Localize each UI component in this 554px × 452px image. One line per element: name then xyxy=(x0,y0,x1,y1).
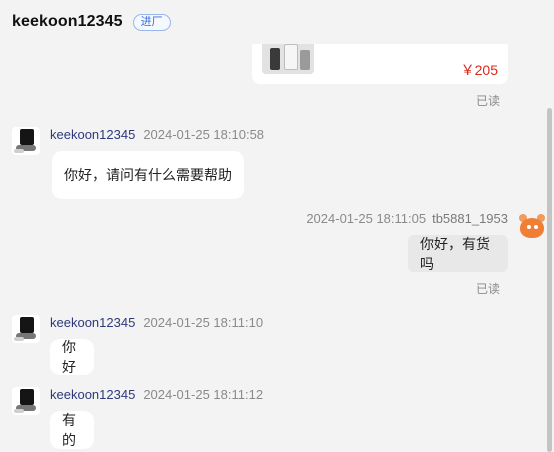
message-time: 2024-01-25 18:10:58 xyxy=(143,127,265,142)
message-meta: keekoon12345 2024-01-25 18:11:12 xyxy=(50,387,263,402)
chat-header: keekoon12345 进厂 xyxy=(0,0,554,44)
message-meta: 2024-01-25 18:11:05 tb5881_1953 xyxy=(306,211,508,226)
read-status: 已读 xyxy=(475,94,500,108)
message-bubble: 有的 xyxy=(50,411,94,449)
product-card[interactable]: ￥205 xyxy=(252,38,508,84)
sender-name: keekoon12345 xyxy=(50,387,136,402)
message-bubble: 你好，有货吗 xyxy=(408,235,508,272)
message-meta: keekoon12345 2024-01-25 18:10:58 xyxy=(50,127,264,142)
my-avatar[interactable] xyxy=(518,212,546,240)
contact-badge: 进厂 xyxy=(132,13,171,31)
message-text: 你好，有货吗 xyxy=(420,235,490,272)
sender-name: tb5881_1953 xyxy=(432,211,508,226)
avatar[interactable] xyxy=(12,315,40,343)
message-bubble: 你好 xyxy=(50,339,94,375)
product-price: ￥205 xyxy=(460,62,498,78)
message-meta: keekoon12345 2024-01-25 18:11:10 xyxy=(50,315,263,330)
avatar[interactable] xyxy=(12,387,40,415)
message-text: 你好 xyxy=(62,339,76,375)
chat-area: ￥205 已读 keekoon12345 2024-01-25 18:10:58 … xyxy=(0,0,554,452)
scrollbar[interactable] xyxy=(547,108,552,452)
message-time: 2024-01-25 18:11:10 xyxy=(143,315,264,330)
message-bubble: 你好，请问有什么需要帮助 xyxy=(52,151,244,199)
message-time: 2024-01-25 18:11:12 xyxy=(143,387,264,402)
sender-name: keekoon12345 xyxy=(50,127,136,142)
sender-name: keekoon12345 xyxy=(50,315,136,330)
message-text: 你好，请问有什么需要帮助 xyxy=(64,167,232,183)
avatar[interactable] xyxy=(12,127,40,155)
contact-name[interactable]: keekoon12345 xyxy=(12,13,123,31)
message-text: 有的 xyxy=(62,412,76,448)
message-time: 2024-01-25 18:11:05 xyxy=(306,211,427,226)
read-status: 已读 xyxy=(475,282,500,296)
